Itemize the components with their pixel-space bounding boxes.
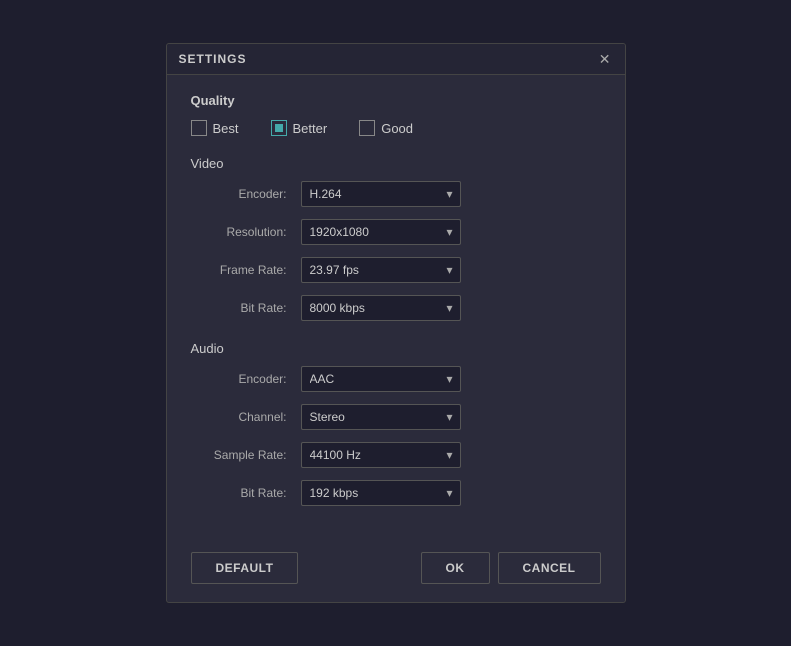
video-framerate-row: Frame Rate: 23.97 fps 24 fps 30 fps 60 f… (191, 257, 601, 283)
audio-label: Audio (191, 341, 601, 356)
audio-samplerate-wrapper: 44100 Hz 48000 Hz 22050 Hz (301, 442, 461, 468)
dialog-body: Quality Best Better Good (167, 75, 625, 542)
quality-better-label: Better (293, 121, 328, 136)
ok-button[interactable]: OK (421, 552, 490, 584)
video-bitrate-label: Bit Rate: (191, 301, 301, 315)
video-label: Video (191, 156, 601, 171)
quality-good-option[interactable]: Good (359, 120, 413, 136)
audio-encoder-select[interactable]: AAC MP3 PCM (301, 366, 461, 392)
dialog-title: SETTINGS (179, 52, 247, 66)
audio-samplerate-label: Sample Rate: (191, 448, 301, 462)
video-encoder-label: Encoder: (191, 187, 301, 201)
video-framerate-select[interactable]: 23.97 fps 24 fps 30 fps 60 fps (301, 257, 461, 283)
video-resolution-row: Resolution: 1920x1080 1280x720 854x480 (191, 219, 601, 245)
audio-bitrate-wrapper: 192 kbps 128 kbps 320 kbps (301, 480, 461, 506)
quality-better-checkbox[interactable] (271, 120, 287, 136)
audio-samplerate-select[interactable]: 44100 Hz 48000 Hz 22050 Hz (301, 442, 461, 468)
audio-samplerate-row: Sample Rate: 44100 Hz 48000 Hz 22050 Hz (191, 442, 601, 468)
audio-channel-wrapper: Stereo Mono 5.1 (301, 404, 461, 430)
video-encoder-select[interactable]: H.264 H.265 VP9 (301, 181, 461, 207)
footer-right-buttons: OK CANCEL (421, 552, 601, 584)
video-bitrate-select[interactable]: 8000 kbps 4000 kbps 2000 kbps (301, 295, 461, 321)
quality-good-label: Good (381, 121, 413, 136)
titlebar: SETTINGS ✕ (167, 44, 625, 75)
quality-best-label: Best (213, 121, 239, 136)
quality-best-checkbox[interactable] (191, 120, 207, 136)
audio-channel-row: Channel: Stereo Mono 5.1 (191, 404, 601, 430)
quality-better-option[interactable]: Better (271, 120, 328, 136)
audio-channel-label: Channel: (191, 410, 301, 424)
video-resolution-label: Resolution: (191, 225, 301, 239)
audio-section: Audio Encoder: AAC MP3 PCM Channel: (191, 341, 601, 506)
quality-label: Quality (191, 93, 601, 108)
quality-best-option[interactable]: Best (191, 120, 239, 136)
audio-encoder-label: Encoder: (191, 372, 301, 386)
video-encoder-row: Encoder: H.264 H.265 VP9 (191, 181, 601, 207)
video-framerate-wrapper: 23.97 fps 24 fps 30 fps 60 fps (301, 257, 461, 283)
video-framerate-label: Frame Rate: (191, 263, 301, 277)
audio-encoder-wrapper: AAC MP3 PCM (301, 366, 461, 392)
video-section: Video Encoder: H.264 H.265 VP9 Resolutio… (191, 156, 601, 321)
default-button[interactable]: DEFAULT (191, 552, 299, 584)
video-resolution-select[interactable]: 1920x1080 1280x720 854x480 (301, 219, 461, 245)
close-button[interactable]: ✕ (597, 52, 613, 66)
quality-options: Best Better Good (191, 120, 601, 136)
dialog-footer: DEFAULT OK CANCEL (167, 542, 625, 602)
overlay: SETTINGS ✕ Quality Best Better (0, 0, 791, 646)
video-bitrate-wrapper: 8000 kbps 4000 kbps 2000 kbps (301, 295, 461, 321)
video-bitrate-row: Bit Rate: 8000 kbps 4000 kbps 2000 kbps (191, 295, 601, 321)
settings-dialog: SETTINGS ✕ Quality Best Better (166, 43, 626, 603)
audio-channel-select[interactable]: Stereo Mono 5.1 (301, 404, 461, 430)
video-resolution-wrapper: 1920x1080 1280x720 854x480 (301, 219, 461, 245)
audio-bitrate-select[interactable]: 192 kbps 128 kbps 320 kbps (301, 480, 461, 506)
video-encoder-wrapper: H.264 H.265 VP9 (301, 181, 461, 207)
quality-section: Quality Best Better Good (191, 93, 601, 136)
cancel-button[interactable]: CANCEL (498, 552, 601, 584)
audio-bitrate-label: Bit Rate: (191, 486, 301, 500)
audio-bitrate-row: Bit Rate: 192 kbps 128 kbps 320 kbps (191, 480, 601, 506)
audio-encoder-row: Encoder: AAC MP3 PCM (191, 366, 601, 392)
quality-good-checkbox[interactable] (359, 120, 375, 136)
